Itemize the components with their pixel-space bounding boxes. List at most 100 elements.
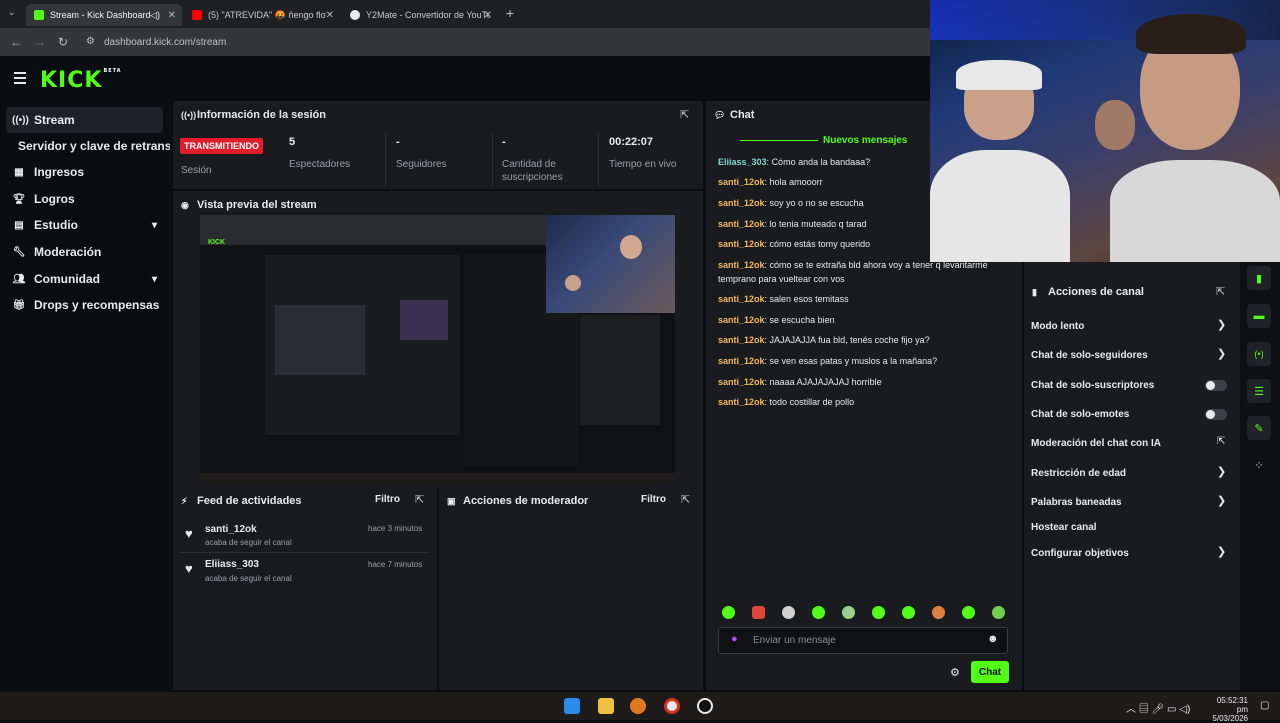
filter-button[interactable]: Filtro [375,494,400,505]
chevron-down-icon: ▾ [151,219,157,231]
sidebar-item-ingresos[interactable]: ▦ Ingresos [6,159,163,185]
external-link-icon[interactable]: ⇱ [1217,436,1225,447]
chat-username[interactable]: santi_12ok [718,219,765,229]
stat-live-time: 00:22:07 Tiempo en vivo [609,136,676,171]
sidebar-item-drops[interactable]: 🎁︎ Drops y recompensas [6,292,163,318]
popout-icon[interactable]: ⇱ [681,493,690,506]
chevron-right-icon[interactable]: ❯ [1217,465,1226,478]
sidebar-item-comunidad[interactable]: 👥︎ Comunidad ▾ [6,266,163,292]
layout-icon[interactable]: ☰ [1247,379,1271,403]
emote-icon[interactable] [932,606,945,619]
action-slow-mode[interactable]: Modo lento [1031,321,1084,332]
emote-icon[interactable] [752,606,765,619]
site-info-icon[interactable]: ⚙ [86,36,95,47]
new-messages-line [740,140,818,141]
chat-input[interactable]: ● Enviar un mensaje ☻ [718,627,1008,654]
sidebar-item-moderacion[interactable]: 🔧︎ Moderación [6,239,163,265]
activity-user[interactable]: santi_12ok [205,524,257,535]
reload-icon[interactable]: ↻ [58,35,68,49]
sidebar-item-servidor[interactable]: Servidor y clave de retransm [18,133,170,159]
file-explorer-icon[interactable] [598,698,614,714]
session-title: Información de la sesión [197,109,326,121]
send-chat-button[interactable]: Chat [971,661,1009,683]
filter-button[interactable]: Filtro [641,494,666,505]
webcam-overlay [930,0,1280,262]
action-age-restriction[interactable]: Restricción de edad [1031,468,1126,479]
url-field[interactable]: dashboard.kick.com/stream [104,37,226,48]
chat-username[interactable]: santi_12ok [718,239,765,249]
stat-value: 00:22:07 [609,136,654,148]
chat-text: Cómo anda la bandaaa? [771,157,871,167]
chevron-right-icon[interactable]: ❯ [1217,318,1226,331]
chat-icon[interactable]: ▬ [1247,304,1271,328]
action-goals[interactable]: Configurar objetivos [1031,548,1129,559]
kick-logo[interactable]: KICKBETA [40,68,122,93]
stream-preview-video[interactable]: KICK [200,215,675,483]
microphone-icon[interactable]: ● [731,633,738,645]
close-icon[interactable]: ✕ [326,10,334,21]
windows-start-icon[interactable] [564,698,580,714]
chevron-right-icon[interactable]: ❯ [1217,494,1226,507]
popout-icon[interactable]: ⇱ [1216,285,1225,298]
tab-youtube[interactable]: (5) "ATREVIDA" 🤬 ñengo flow ✕ [184,4,340,26]
mod-actions-title: Acciones de moderador [463,495,589,507]
chat-username[interactable]: santi_12ok [718,294,765,304]
activity-user[interactable]: Eliiass_303 [205,559,259,570]
emote-icon[interactable] [902,606,915,619]
sidebar-item-stream[interactable]: ((•)) Stream [6,107,163,133]
popout-icon[interactable]: ⇱ [680,108,689,121]
new-tab-icon[interactable]: + [506,5,514,21]
chat-username[interactable]: santi_12ok [718,177,765,187]
tab-kick-dashboard[interactable]: Stream - Kick Dashboard ◁) ✕ [26,4,182,26]
chat-username[interactable]: santi_12ok [718,315,765,325]
actions-icon[interactable]: ▮ [1247,266,1271,290]
stream-icon[interactable]: (•) [1247,342,1271,366]
emotes-only-toggle[interactable] [1205,409,1227,420]
tray-icons[interactable]: ︿ ▤ 🎤︎ ▭ ◁) [1126,700,1190,715]
tab-y2mate[interactable]: Y2Mate - Convertidor de YouTub ✕ [342,4,498,26]
sidebar-item-label: Ingresos [34,165,85,179]
chat-username[interactable]: santi_12ok [718,260,765,270]
emote-icon[interactable] [782,606,795,619]
more-icon[interactable]: ⁘ [1247,453,1271,477]
action-host-channel[interactable]: Hostear canal [1031,522,1097,533]
close-icon[interactable]: ✕ [484,10,492,21]
chat-username[interactable]: santi_12ok [718,335,765,345]
emote-icon[interactable] [962,606,975,619]
chat-username[interactable]: Eliiass_303 [718,157,767,167]
popout-icon[interactable]: ⇱ [415,493,424,506]
audio-icon[interactable]: ◁) [150,10,160,21]
emoji-icon[interactable]: ☻ [987,633,999,645]
action-banned-words[interactable]: Palabras baneadas [1031,497,1122,508]
chat-username[interactable]: santi_12ok [718,198,765,208]
chrome-icon[interactable] [664,698,680,714]
action-ai-moderation[interactable]: Moderación del chat con IA [1031,438,1161,449]
chat-text: naaaa AJAJAJAJAJ horrible [769,377,882,387]
obs-icon[interactable] [697,698,713,714]
chevron-right-icon[interactable]: ❯ [1217,347,1226,360]
sidebar-item-logros[interactable]: 🏆︎ Logros [6,186,163,212]
wrench-icon[interactable]: ✎ [1247,416,1271,440]
emote-icon[interactable] [842,606,855,619]
chat-username[interactable]: santi_12ok [718,397,765,407]
emote-icon[interactable] [992,606,1005,619]
tab-search-icon[interactable]: ⌄ [8,7,16,18]
chat-username[interactable]: santi_12ok [718,356,765,366]
menu-icon[interactable] [14,72,26,87]
subscribers-only-toggle[interactable] [1205,380,1227,391]
notification-icon[interactable]: ▢ [1260,700,1269,711]
emote-icon[interactable] [872,606,885,619]
chat-settings-icon[interactable]: ⚙ [950,666,960,679]
chevron-right-icon[interactable]: ❯ [1217,545,1226,558]
taskbar-clock[interactable]: 05:52:31 pm 5/03/2026 [1206,696,1248,723]
back-icon[interactable]: ← [10,35,22,49]
sidebar-item-estudio[interactable]: ▤ Estudio ▾ [6,212,163,238]
activity-title: Feed de actividades [197,495,302,507]
brave-icon[interactable] [630,698,646,714]
forward-icon[interactable]: → [34,35,46,49]
emote-icon[interactable] [722,606,735,619]
close-icon[interactable]: ✕ [168,10,176,21]
emote-icon[interactable] [812,606,825,619]
chat-username[interactable]: santi_12ok [718,377,765,387]
action-followers-only[interactable]: Chat de solo-seguidores [1031,350,1148,361]
